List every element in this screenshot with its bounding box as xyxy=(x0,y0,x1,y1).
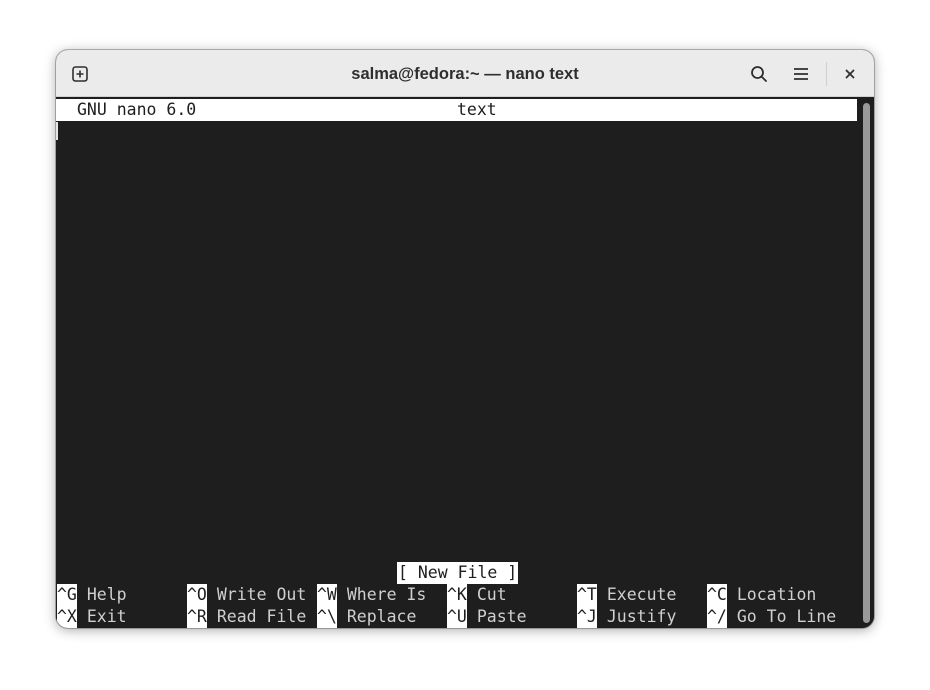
shortcut-execute: ^T Execute xyxy=(577,584,676,606)
shortcut-key: ^U xyxy=(447,606,467,628)
shortcut-label: Write Out xyxy=(216,585,307,604)
hamburger-menu-icon xyxy=(794,68,808,80)
shortcut-key: ^\ xyxy=(317,606,337,628)
nano-version: GNU nano 6.0 xyxy=(77,100,197,119)
shortcut-label: Replace xyxy=(346,607,417,626)
shortcut-label: Help xyxy=(86,585,127,604)
shortcut-key: ^T xyxy=(577,584,597,606)
shortcut-paste: ^U Paste xyxy=(447,606,527,628)
menu-button[interactable] xyxy=(785,58,817,90)
title-bar: salma@fedora:~ — nano text xyxy=(56,50,874,97)
shortcut-key: ^G xyxy=(57,584,77,606)
shortcut-key: ^O xyxy=(187,584,207,606)
shortcut-key: ^J xyxy=(577,606,597,628)
shortcut-key: ^C xyxy=(707,584,727,606)
scrollbar-thumb[interactable] xyxy=(863,103,870,623)
shortcut-write-out: ^O Write Out xyxy=(187,584,306,606)
text-cursor xyxy=(56,122,58,140)
terminal-window: salma@fedora:~ — nano text GNU nano 6.0 xyxy=(56,50,874,628)
shortcut-key: ^/ xyxy=(707,606,727,628)
close-button[interactable] xyxy=(834,58,866,90)
titlebar-separator xyxy=(826,62,827,86)
shortcut-label: Execute xyxy=(606,585,677,604)
shortcut-label: Exit xyxy=(86,607,127,626)
shortcut-go-to-line: ^/ Go To Line xyxy=(707,606,836,628)
terminal-area[interactable]: GNU nano 6.0 text [ New File ] ^G Help ^O W… xyxy=(56,98,858,628)
shortcut-label: Paste xyxy=(476,607,527,626)
shortcut-replace: ^\ Replace xyxy=(317,606,416,628)
shortcut-key: ^X xyxy=(57,606,77,628)
nano-status-message: [ New File ] xyxy=(397,562,519,584)
shortcut-cut: ^K Cut xyxy=(447,584,507,606)
shortcut-read-file: ^R Read File xyxy=(187,606,306,628)
search-button[interactable] xyxy=(743,58,775,90)
shortcut-help: ^G Help xyxy=(57,584,127,606)
shortcut-label: Cut xyxy=(476,585,507,604)
nano-filename: text xyxy=(457,100,497,119)
scrollbar[interactable] xyxy=(858,98,874,628)
shortcut-key: ^K xyxy=(447,584,467,606)
search-icon xyxy=(751,66,767,82)
shortcut-label: Where Is xyxy=(346,585,427,604)
nano-header-bar: GNU nano 6.0 text xyxy=(56,99,857,121)
shortcut-label: Read File xyxy=(216,607,307,626)
shortcut-label: Location xyxy=(736,585,817,604)
shortcut-label: Go To Line xyxy=(736,607,837,626)
shortcut-key: ^W xyxy=(317,584,337,606)
shortcut-where-is: ^W Where Is xyxy=(317,584,426,606)
shortcut-key: ^R xyxy=(187,606,207,628)
shortcut-exit: ^X Exit xyxy=(57,606,127,628)
close-icon xyxy=(845,69,855,79)
shortcut-label: Justify xyxy=(606,607,677,626)
shortcut-justify: ^J Justify xyxy=(577,606,676,628)
shortcut-location: ^C Location xyxy=(707,584,816,606)
